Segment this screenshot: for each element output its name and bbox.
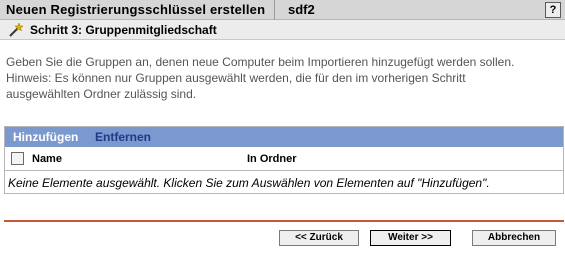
title-bar: Neuen Registrierungsschlüssel erstellen … [0, 0, 565, 20]
description-line: Hinweis: Es können nur Gruppen ausgewähl… [6, 71, 466, 85]
group-membership-panel: Hinzufügen Entfernen Name In Ordner Kein… [4, 126, 564, 194]
magic-wand-icon [8, 22, 24, 37]
title-separator [274, 0, 275, 20]
table-row: Keine Elemente ausgewählt. Klicken Sie z… [5, 172, 563, 193]
column-header-name[interactable]: Name [32, 153, 62, 165]
next-button[interactable]: Weiter >> [370, 230, 451, 246]
description-line: Geben Sie die Gruppen an, denen neue Com… [6, 55, 515, 69]
remove-link[interactable]: Entfernen [95, 130, 151, 144]
empty-message: Keine Elemente ausgewählt. Klicken Sie z… [8, 176, 490, 190]
select-all-checkbox[interactable] [11, 152, 24, 165]
description-line: ausgewählten Ordner zulässig sind. [6, 87, 197, 101]
registry-key-name: sdf2 [288, 2, 315, 17]
step-description: Geben Sie die Gruppen an, denen neue Com… [6, 54, 558, 102]
back-button[interactable]: << Zurück [279, 230, 359, 246]
footer-divider [4, 220, 564, 222]
window-title: Neuen Registrierungsschlüssel erstellen [6, 2, 266, 17]
table-header: Name In Ordner [5, 147, 563, 171]
panel-toolbar: Hinzufügen Entfernen [5, 127, 563, 147]
add-link[interactable]: Hinzufügen [13, 130, 78, 144]
cancel-button[interactable]: Abbrechen [472, 230, 556, 246]
help-button[interactable]: ? [545, 2, 561, 18]
step-title: Schritt 3: Gruppenmitgliedschaft [30, 23, 217, 37]
column-header-folder[interactable]: In Ordner [247, 153, 297, 165]
step-header: Schritt 3: Gruppenmitgliedschaft [0, 20, 565, 40]
